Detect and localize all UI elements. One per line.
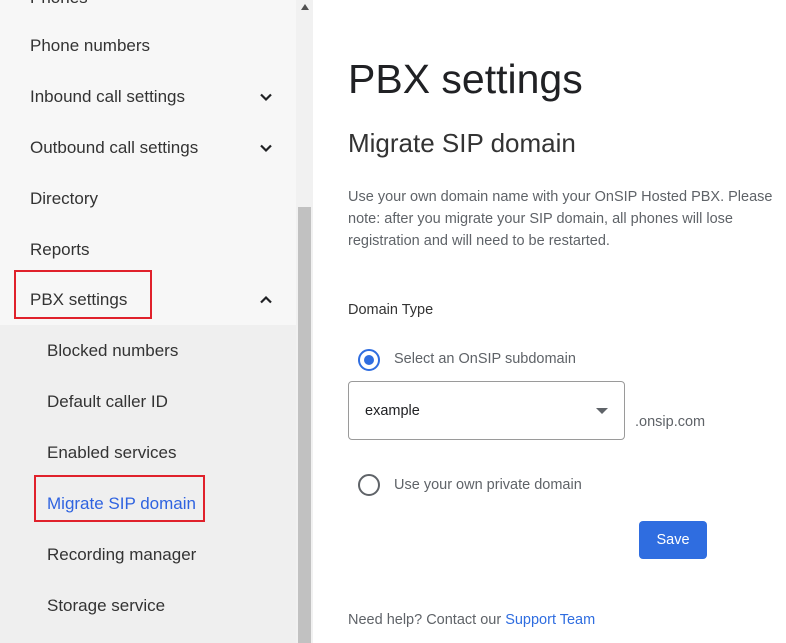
sidebar-item-label: Directory: [30, 188, 99, 208]
highlight-box-pbx-settings: [14, 270, 152, 319]
sidebar-item-label: Phone numbers: [30, 35, 151, 55]
sidebar-subitem-recording-manager[interactable]: Recording manager: [0, 529, 296, 580]
save-button[interactable]: Save: [639, 521, 707, 559]
sidebar-item-directory[interactable]: Directory: [0, 173, 296, 224]
sidebar-item-label: Outbound call settings: [30, 137, 199, 157]
help-text-prefix: Need help? Contact our: [348, 612, 502, 628]
radio-private-domain-label[interactable]: Use your own private domain: [394, 477, 582, 493]
sidebar-subitem-blocked-numbers[interactable]: Blocked numbers: [0, 325, 296, 376]
page-title: PBX settings: [348, 56, 583, 102]
sidebar-item-outbound-call-settings[interactable]: Outbound call settings: [0, 122, 296, 173]
sidebar-item-label: Recording manager: [47, 544, 197, 564]
description-text: Use your own domain name with your OnSIP…: [348, 189, 773, 249]
radio-private-domain[interactable]: [358, 474, 380, 496]
sidebar-item-phone-numbers[interactable]: Phone numbers: [0, 20, 296, 71]
sidebar-item-label: Enabled services: [47, 442, 177, 462]
support-team-link[interactable]: Support Team: [505, 612, 595, 628]
sidebar-nav: Phones Phone numbers Inbound call settin…: [0, 0, 296, 643]
sidebar-subitem-storage-service[interactable]: Storage service: [0, 580, 296, 631]
chevron-up-icon[interactable]: [258, 292, 274, 308]
sidebar-item-label: Inbound call settings: [30, 86, 185, 106]
chevron-down-icon[interactable]: [258, 140, 274, 156]
sidebar-item-phones[interactable]: Phones: [30, 0, 88, 8]
scroll-up-arrow-icon[interactable]: [301, 4, 309, 10]
sidebar-item-reports[interactable]: Reports: [0, 224, 296, 275]
subdomain-select[interactable]: example: [348, 381, 625, 440]
radio-onsip-subdomain-label[interactable]: Select an OnSIP subdomain: [394, 351, 576, 367]
chevron-down-icon[interactable]: [258, 89, 274, 105]
domain-type-label: Domain Type: [348, 302, 434, 318]
sidebar-item-label: Storage service: [47, 595, 166, 615]
sidebar-item-label: Default caller ID: [47, 391, 168, 411]
highlight-box-migrate-sip-domain: [34, 475, 205, 522]
section-title: Migrate SIP domain: [348, 128, 576, 158]
subdomain-select-value: example: [365, 402, 420, 419]
scrollbar-thumb[interactable]: [298, 207, 311, 643]
sidebar-subitem-enabled-services[interactable]: Enabled services: [0, 427, 296, 478]
sidebar-subitem-default-caller-id[interactable]: Default caller ID: [0, 376, 296, 427]
radio-onsip-subdomain[interactable]: [358, 349, 380, 371]
main-content: PBX settings Migrate SIP domain Use your…: [313, 0, 786, 643]
dropdown-arrow-icon: [596, 408, 608, 414]
domain-suffix: .onsip.com: [635, 414, 706, 430]
sidebar-item-inbound-call-settings[interactable]: Inbound call settings: [0, 71, 296, 122]
help-text: Need help? Contact our Support Team: [348, 612, 595, 628]
sidebar-item-label: Blocked numbers: [47, 340, 179, 360]
sidebar-item-label: Reports: [30, 239, 90, 259]
